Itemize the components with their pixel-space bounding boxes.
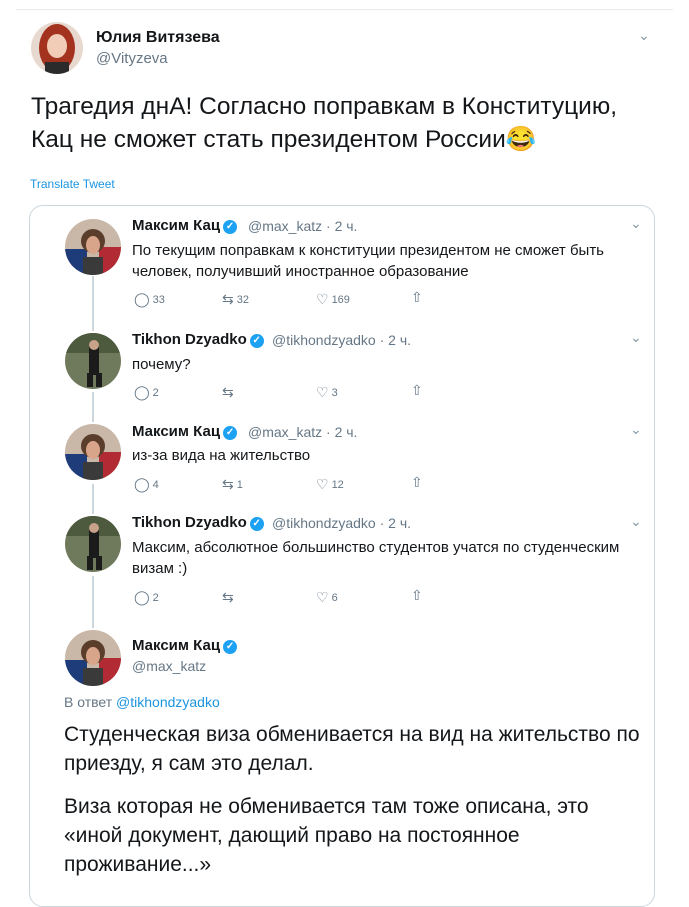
tweet-author-name[interactable]: Максим Кац ✓: [132, 217, 238, 234]
share-button[interactable]: ⇧: [411, 587, 426, 604]
tweet-author-name[interactable]: Максим Кац ✓: [132, 637, 238, 654]
tweet-meta: @max_katz · 2 ч.: [248, 218, 357, 234]
tweet-meta: @tikhondzyadko · 2 ч.: [272, 515, 411, 531]
tweet-text: Трагедия днА! Согласно поправкам в Конст…: [31, 93, 618, 153]
verified-icon: ✓: [223, 426, 238, 440]
reply-handle-link[interactable]: @tikhondzyadko: [116, 694, 220, 710]
heart-icon: ♡: [316, 589, 329, 605]
tweet-time[interactable]: · 2 ч.: [326, 424, 357, 440]
tweet-author-name[interactable]: Максим Кац ✓: [132, 423, 238, 440]
verified-icon: ✓: [249, 334, 264, 348]
reply-icon: ◯: [134, 291, 150, 307]
tweet-paragraph: Студенческая виза обменивается на вид на…: [64, 723, 640, 775]
reply-icon: ◯: [134, 589, 150, 605]
author-handle[interactable]: @Vityzeva: [96, 50, 168, 67]
thread-line: [92, 392, 94, 422]
share-icon: ⇧: [411, 289, 423, 305]
author-name[interactable]: Юлия Витязева: [96, 29, 220, 47]
author-avatar[interactable]: [31, 22, 83, 74]
tweet-text: По текущим поправкам к конституции прези…: [132, 242, 605, 280]
reply-button[interactable]: ◯ 33: [134, 291, 165, 308]
like-button[interactable]: ♡ 169: [316, 291, 350, 308]
retweet-button[interactable]: ⇆ 1: [222, 476, 243, 493]
retweet-button[interactable]: ⇆: [222, 384, 237, 401]
retweet-button[interactable]: ⇆ 32: [222, 291, 249, 308]
avatar[interactable]: [65, 333, 121, 389]
share-button[interactable]: ⇧: [411, 382, 426, 399]
like-button[interactable]: ♡ 12: [316, 476, 344, 493]
verified-icon: ✓: [249, 517, 264, 531]
reply-context: В ответ @tikhondzyadko: [64, 694, 220, 710]
tweet-handle[interactable]: @tikhondzyadko: [272, 515, 376, 531]
tweet-text: почему?: [132, 356, 191, 373]
share-button[interactable]: ⇧: [411, 474, 426, 491]
avatar[interactable]: [65, 516, 121, 572]
tweet-author-name[interactable]: Tikhon Dzyadko ✓: [132, 331, 264, 348]
tweet-meta: @tikhondzyadko · 2 ч.: [272, 332, 411, 348]
share-button[interactable]: ⇧: [411, 289, 426, 306]
tweet-handle[interactable]: @max_katz: [248, 218, 322, 234]
translate-tweet-link[interactable]: Translate Tweet: [30, 177, 115, 191]
tweet-author-name[interactable]: Tikhon Dzyadko ✓: [132, 514, 264, 531]
tweet-meta: @max_katz · 2 ч.: [248, 424, 357, 440]
share-icon: ⇧: [411, 587, 423, 603]
chevron-down-icon[interactable]: ⌄: [630, 216, 642, 230]
thread-line: [92, 484, 94, 514]
tweet-text: из-за вида на жительство: [132, 447, 311, 464]
heart-icon: ♡: [316, 291, 329, 307]
avatar[interactable]: [65, 424, 121, 480]
reply-icon: ◯: [134, 384, 150, 400]
retweet-icon: ⇆: [222, 291, 234, 307]
retweet-icon: ⇆: [222, 476, 234, 492]
chevron-down-icon[interactable]: ⌄: [630, 422, 642, 436]
retweet-button[interactable]: ⇆: [222, 589, 237, 606]
tweet-time[interactable]: · 2 ч.: [326, 218, 357, 234]
verified-icon: ✓: [223, 220, 238, 234]
retweet-icon: ⇆: [222, 589, 234, 605]
tweet-time[interactable]: · 2 ч.: [380, 515, 411, 531]
retweet-icon: ⇆: [222, 384, 234, 400]
tweet-text: Максим, абсолютное большинство студентов…: [132, 539, 620, 577]
chevron-down-icon[interactable]: ⌄: [630, 514, 642, 528]
like-button[interactable]: ♡ 6: [316, 589, 338, 606]
thread-line: [92, 576, 94, 628]
top-divider: [16, 9, 673, 10]
chevron-down-icon[interactable]: ⌄: [638, 28, 650, 42]
verified-icon: ✓: [223, 640, 238, 654]
share-icon: ⇧: [411, 382, 423, 398]
avatar[interactable]: [65, 630, 121, 686]
chevron-down-icon[interactable]: ⌄: [630, 330, 642, 344]
heart-icon: ♡: [316, 476, 329, 492]
tweet-time[interactable]: · 2 ч.: [380, 332, 411, 348]
heart-icon: ♡: [316, 384, 329, 400]
reply-button[interactable]: ◯ 2: [134, 384, 159, 401]
tweet-handle[interactable]: @max_katz: [248, 424, 322, 440]
thread-line: [92, 276, 94, 331]
like-button[interactable]: ♡ 3: [316, 384, 338, 401]
tweet-handle[interactable]: @tikhondzyadko: [272, 332, 376, 348]
reply-button[interactable]: ◯ 2: [134, 589, 159, 606]
avatar[interactable]: [65, 219, 121, 275]
share-icon: ⇧: [411, 474, 423, 490]
reply-icon: ◯: [134, 476, 150, 492]
tweet-paragraph: Виза которая не обменивается там тоже оп…: [64, 795, 589, 876]
tweet-handle[interactable]: @max_katz: [132, 658, 206, 674]
reply-button[interactable]: ◯ 4: [134, 476, 159, 493]
